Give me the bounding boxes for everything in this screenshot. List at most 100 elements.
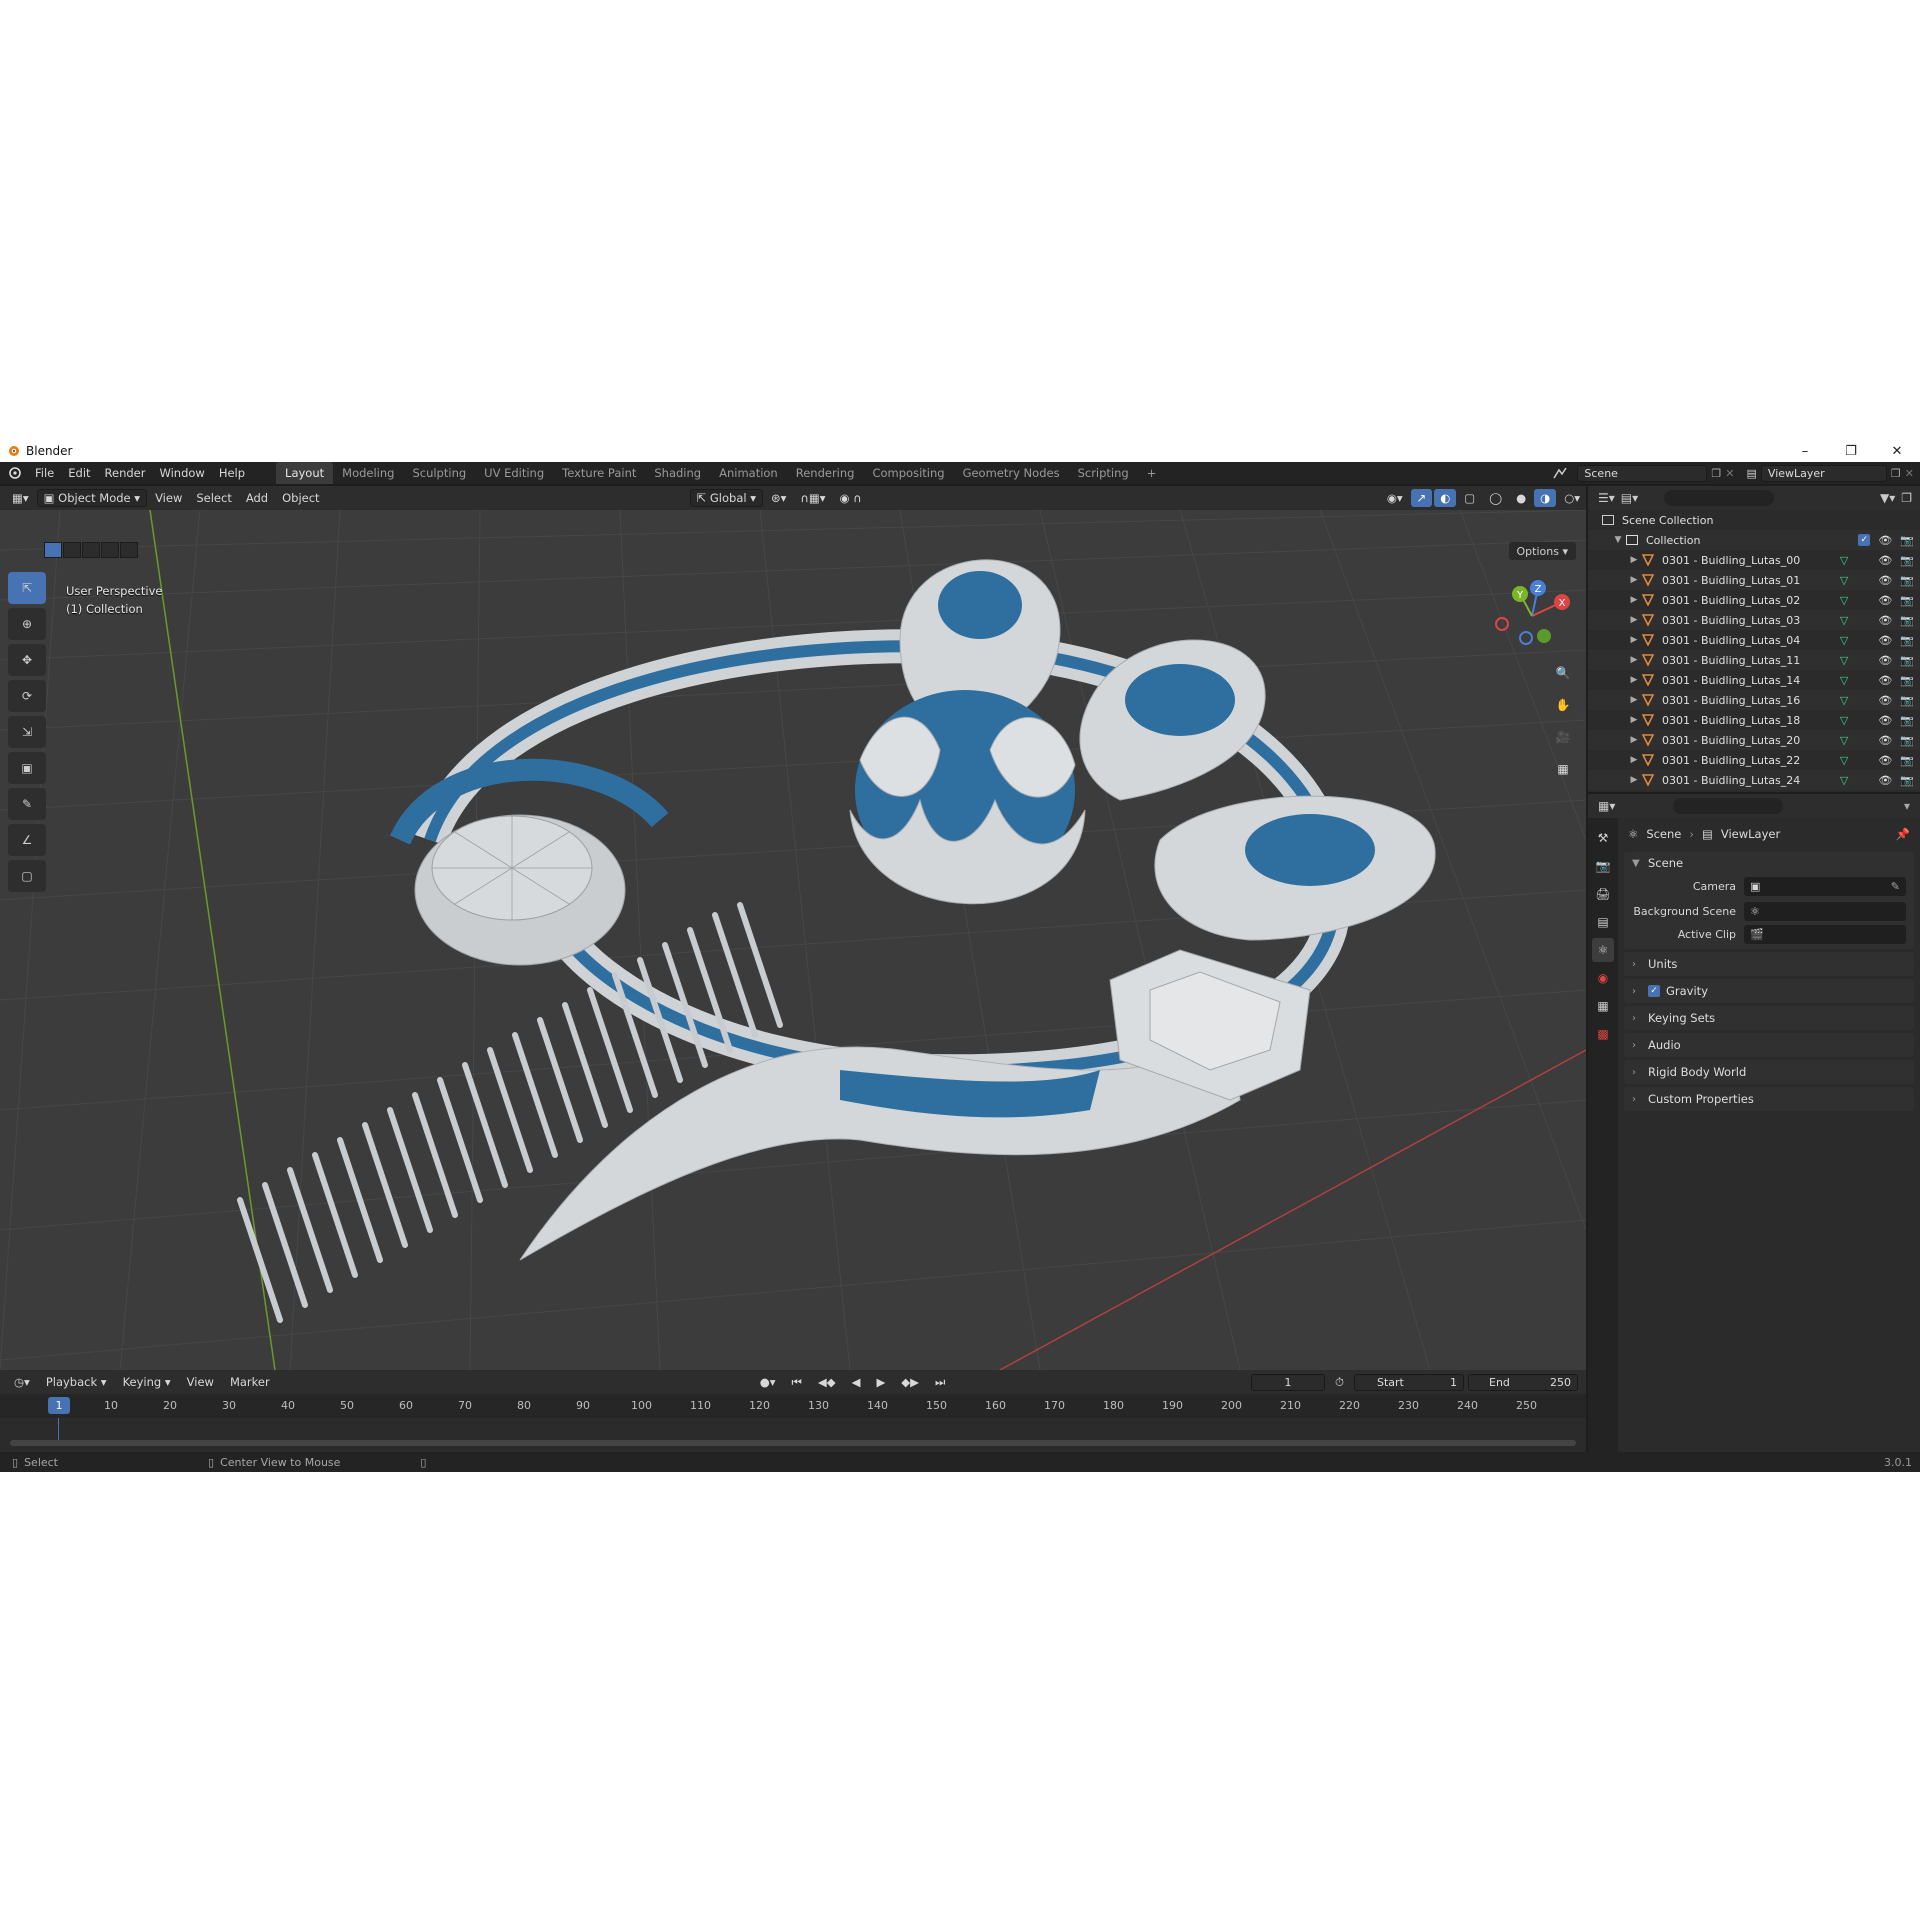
expand-arrow-icon[interactable]: ▶	[1628, 715, 1640, 725]
jump-start-icon[interactable]: ⏮	[786, 1373, 808, 1391]
menu-window[interactable]: Window	[152, 462, 211, 484]
mode-dropdown[interactable]: ▣ Object Mode ▾	[36, 489, 148, 507]
active-clip-field[interactable]: 🎬	[1744, 925, 1906, 944]
mesh-data-icon[interactable]: ▽	[1840, 634, 1848, 647]
eye-icon[interactable]: 👁	[1878, 634, 1892, 647]
outliner-object-row[interactable]: ▶ 0301 - Buidling_Lutas_11 ▽ 👁 📷	[1588, 650, 1920, 670]
scene-field[interactable]: Scene	[1577, 464, 1708, 482]
expand-arrow-icon[interactable]: ▶	[1628, 695, 1640, 705]
outliner-object-row[interactable]: ▶ 0301 - Buidling_Lutas_03 ▽ 👁 📷	[1588, 610, 1920, 630]
tab-texture-paint[interactable]: Texture Paint	[553, 462, 645, 484]
camera-field[interactable]: ▣ ✎	[1744, 877, 1906, 896]
units-panel[interactable]: › Units	[1624, 952, 1914, 976]
solid-shading-icon[interactable]: ●	[1510, 489, 1532, 507]
mesh-data-icon[interactable]: ▽	[1840, 754, 1848, 767]
outliner-object-row[interactable]: ▶ 0301 - Buidling_Lutas_00 ▽ 👁 📷	[1588, 550, 1920, 570]
menu-select[interactable]: Select	[190, 489, 237, 507]
render-camera-icon[interactable]: 📷	[1900, 654, 1914, 667]
editor-type-icon[interactable]: ▦▾	[6, 489, 35, 507]
measure-icon[interactable]: ∠	[8, 824, 46, 856]
viewlayer-remove-icon[interactable]: ✕	[1905, 467, 1914, 480]
tool-tab-icon[interactable]: ⚒	[1592, 826, 1614, 850]
tab-sculpting[interactable]: Sculpting	[403, 462, 475, 484]
texture-tab-icon[interactable]: ▩	[1592, 1022, 1614, 1046]
properties-search-input[interactable]	[1673, 798, 1784, 814]
transform-icon[interactable]: ▣	[8, 752, 46, 784]
render-camera-icon[interactable]: 📷	[1900, 714, 1914, 727]
maximize-icon[interactable]: ❐	[1828, 440, 1874, 462]
outliner-object-row[interactable]: ▶ 0301 - Buidling_Lutas_16 ▽ 👁 📷	[1588, 690, 1920, 710]
menu-view[interactable]: View	[149, 489, 188, 507]
render-camera-icon[interactable]: 📷	[1900, 674, 1914, 687]
render-camera-icon[interactable]: 📷	[1900, 554, 1914, 567]
pivot-icon[interactable]: ⊛▾	[765, 489, 792, 507]
gravity-checkbox[interactable]: ✓	[1648, 985, 1660, 997]
overlay-toggle-icon[interactable]: ◐	[1434, 489, 1457, 507]
render-camera-icon[interactable]: 📷	[1900, 694, 1914, 707]
collection-row[interactable]: ▼ Collection ✓ 👁 📷	[1588, 530, 1920, 550]
render-camera-icon[interactable]: 📷	[1900, 574, 1914, 587]
eye-icon[interactable]: 👁	[1878, 534, 1892, 547]
mesh-data-icon[interactable]: ▽	[1840, 774, 1848, 787]
outliner-object-row[interactable]: ▶ 0301 - Buidling_Lutas_24 ▽ 👁 📷	[1588, 770, 1920, 790]
scene-panel-header[interactable]: ▼ Scene	[1624, 852, 1914, 874]
menu-object[interactable]: Object	[276, 489, 325, 507]
collection-tab-icon[interactable]: ▦	[1592, 994, 1614, 1018]
outliner-object-row[interactable]: ▶ 0301 - Buidling_Lutas_04 ▽ 👁 📷	[1588, 630, 1920, 650]
annotate-icon[interactable]: ✎	[8, 788, 46, 820]
eye-icon[interactable]: 👁	[1878, 614, 1892, 627]
view-layer-tab-icon[interactable]: ▤	[1592, 910, 1614, 934]
start-frame-field[interactable]: Start 1	[1354, 1373, 1464, 1391]
viewlayer-field[interactable]: ViewLayer	[1760, 464, 1887, 482]
minimize-icon[interactable]: –	[1782, 440, 1828, 462]
select-subtract-icon[interactable]	[82, 542, 100, 558]
tab-scripting[interactable]: Scripting	[1069, 462, 1138, 484]
menu-marker[interactable]: Marker	[224, 1373, 276, 1391]
gizmo-toggle-icon[interactable]: ↗	[1410, 489, 1433, 507]
audio-panel[interactable]: › Audio	[1624, 1033, 1914, 1057]
scene-icon[interactable]	[1547, 467, 1573, 479]
outliner-object-row[interactable]: ▶ 0301 - Buidling_Lutas_18 ▽ 👁 📷	[1588, 710, 1920, 730]
eyedropper-icon[interactable]: ✎	[1891, 880, 1900, 893]
mesh-data-icon[interactable]: ▽	[1840, 654, 1848, 667]
expand-arrow-icon[interactable]: ▶	[1628, 655, 1640, 665]
mesh-data-icon[interactable]: ▽	[1840, 714, 1848, 727]
eye-icon[interactable]: 👁	[1878, 674, 1892, 687]
background-scene-field[interactable]: ⚛	[1744, 902, 1906, 921]
output-tab-icon[interactable]: 🖨	[1592, 882, 1614, 906]
tab-layout[interactable]: Layout	[276, 462, 334, 484]
blender-menu-icon[interactable]	[0, 462, 28, 484]
timeline-ruler[interactable]: 1 10 20 30 40 50 60 70 80 90 100 110 120…	[0, 1394, 1586, 1418]
move-icon[interactable]: ✥	[8, 644, 46, 676]
properties-options-icon[interactable]: ▾	[1904, 799, 1910, 813]
select-new-icon[interactable]	[44, 542, 62, 558]
viewport-canvas[interactable]: Options ▾ ⇱ ⊕ ✥ ⟳ ⇲ ▣ ✎ ∠ ▢ User Perspec…	[0, 510, 1586, 1370]
properties-editor-type-icon[interactable]: ▦▾	[1598, 799, 1615, 813]
expand-arrow-icon[interactable]: ▶	[1628, 575, 1640, 585]
scene-tab-icon[interactable]: ⚛	[1592, 938, 1614, 962]
menu-keying[interactable]: Keying ▾	[117, 1373, 177, 1391]
timeline-editor-type-icon[interactable]: ◷▾	[8, 1373, 36, 1391]
expand-arrow-icon[interactable]: ▶	[1628, 755, 1640, 765]
next-keyframe-icon[interactable]: ◆▶	[895, 1373, 925, 1391]
rendered-shading-icon[interactable]: ○▾	[1558, 489, 1586, 507]
current-frame-field[interactable]: 1	[1251, 1373, 1326, 1391]
exclude-checkbox[interactable]: ✓	[1858, 534, 1871, 546]
jump-end-icon[interactable]: ⏭	[929, 1373, 951, 1391]
outliner-editor-type-icon[interactable]: ☰▾	[1598, 491, 1615, 505]
zoom-icon[interactable]: 🔍	[1550, 660, 1576, 686]
render-camera-icon[interactable]: 📷	[1900, 614, 1914, 627]
material-shading-icon[interactable]: ◑	[1534, 489, 1557, 507]
end-frame-field[interactable]: End 250	[1468, 1373, 1578, 1391]
outliner-object-row[interactable]: ▶ 0301 - Buidling_Lutas_14 ▽ 👁 📷	[1588, 670, 1920, 690]
scene-copy-icon[interactable]: ❐	[1711, 467, 1721, 480]
eye-icon[interactable]: 👁	[1878, 694, 1892, 707]
outliner-search-input[interactable]	[1664, 490, 1775, 506]
tab-geometry-nodes[interactable]: Geometry Nodes	[954, 462, 1069, 484]
rigid-body-world-panel[interactable]: › Rigid Body World	[1624, 1060, 1914, 1084]
options-dropdown[interactable]: Options ▾	[1508, 542, 1576, 560]
pan-hand-icon[interactable]: ✋	[1550, 692, 1576, 718]
scene-collection-row[interactable]: Scene Collection	[1588, 510, 1920, 530]
outliner-object-row[interactable]: ▶ 0301 - Buidling_Lutas_22 ▽ 👁 📷	[1588, 750, 1920, 770]
expand-arrow-icon[interactable]: ▶	[1628, 555, 1640, 565]
